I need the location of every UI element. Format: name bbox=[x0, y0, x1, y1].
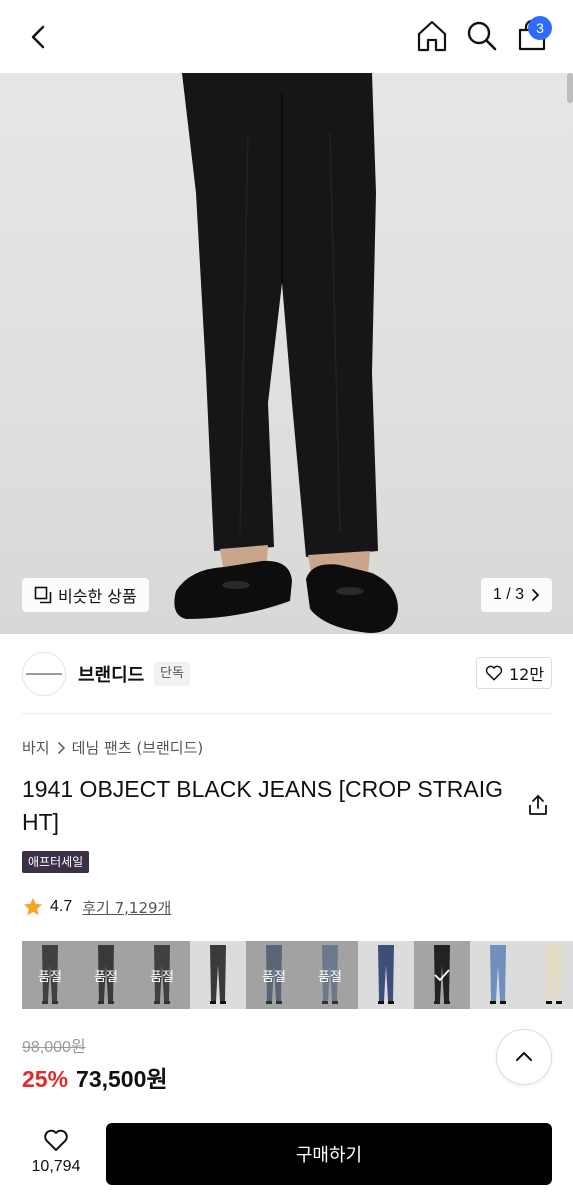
similar-products-label: 비슷한 상품 bbox=[58, 587, 137, 606]
color-option-thumbnail[interactable]: 품절 bbox=[246, 941, 302, 1009]
sale-price: 73,500원 bbox=[76, 1066, 168, 1092]
brand-name[interactable]: 브랜디드 bbox=[78, 661, 144, 687]
brand-like-count: 12만 bbox=[508, 665, 545, 684]
share-icon[interactable] bbox=[526, 793, 550, 817]
image-pager-label: 1 / 3 bbox=[492, 586, 525, 603]
back-icon[interactable] bbox=[22, 20, 56, 54]
thumbnail-pants-image bbox=[490, 945, 506, 1004]
selected-overlay bbox=[414, 941, 470, 1009]
product-title: 1941 OBJECT BLACK JEANS [CROP STRAIGHT] bbox=[22, 776, 504, 835]
heart-icon bbox=[44, 1129, 68, 1151]
brand-row: 브랜디드 단독 12만 bbox=[22, 650, 552, 698]
cart-count-badge: 3 bbox=[528, 16, 552, 40]
wishlist-count: 10,794 bbox=[31, 1158, 81, 1175]
color-option-thumbnail[interactable]: 품절 bbox=[22, 941, 78, 1009]
color-option-thumbnail[interactable]: 품절 bbox=[134, 941, 190, 1009]
color-option-thumbnails: 품절 품절 품절 품절 품절 bbox=[22, 941, 573, 1009]
discount-rate: 25% bbox=[22, 1066, 69, 1092]
check-icon bbox=[434, 969, 450, 982]
breadcrumb-subcategory[interactable]: 데님 팬츠 (브랜디드) bbox=[72, 737, 204, 758]
home-icon[interactable] bbox=[414, 18, 450, 54]
color-option-thumbnail[interactable] bbox=[190, 941, 246, 1009]
image-pager-button[interactable]: 1 / 3 bbox=[481, 578, 552, 612]
rating-score: 4.7 bbox=[50, 898, 73, 915]
heart-icon bbox=[485, 665, 503, 681]
soldout-label: 품절 bbox=[134, 941, 190, 1009]
thumbnail-pants-image bbox=[546, 945, 562, 1004]
soldout-label: 품절 bbox=[78, 941, 134, 1009]
brand-logo[interactable] bbox=[22, 652, 66, 696]
exclusive-tag: 단독 bbox=[154, 662, 190, 686]
breadcrumb: 바지 데님 팬츠 (브랜디드) bbox=[22, 737, 203, 758]
chevron-right-icon bbox=[57, 741, 65, 754]
top-navigation-bar: 3 bbox=[0, 0, 573, 73]
thumbnail-pants-image bbox=[210, 945, 226, 1004]
original-price: 98,000원 bbox=[22, 1039, 86, 1056]
soldout-label: 품절 bbox=[246, 941, 302, 1009]
bottom-action-bar: 10,794 구매하기 bbox=[0, 1110, 573, 1200]
color-option-thumbnail[interactable] bbox=[414, 941, 470, 1009]
brand-like-button[interactable]: 12만 bbox=[476, 657, 552, 689]
search-icon[interactable] bbox=[464, 18, 500, 54]
rating-row: 4.7 후기 7,129개 bbox=[22, 896, 171, 918]
reviews-link[interactable]: 후기 7,129개 bbox=[82, 897, 171, 918]
chevron-up-icon bbox=[516, 1052, 532, 1061]
color-option-thumbnail[interactable]: 품절 bbox=[302, 941, 358, 1009]
color-option-thumbnail[interactable] bbox=[358, 941, 414, 1009]
wishlist-button[interactable]: 10,794 bbox=[22, 1126, 90, 1176]
divider bbox=[22, 713, 552, 714]
similar-items-icon bbox=[34, 586, 52, 604]
similar-products-button[interactable]: 비슷한 상품 bbox=[22, 578, 149, 612]
breadcrumb-category[interactable]: 바지 bbox=[22, 737, 50, 758]
thumbnail-pants-image bbox=[378, 945, 394, 1004]
price-row: 25% 73,500원 bbox=[22, 1060, 168, 1094]
buy-button[interactable]: 구매하기 bbox=[106, 1123, 552, 1185]
star-icon bbox=[23, 897, 43, 916]
color-option-thumbnail[interactable]: 품절 bbox=[78, 941, 134, 1009]
soldout-label: 품절 bbox=[302, 941, 358, 1009]
after-sale-badge: 애프터세일 bbox=[22, 851, 90, 873]
product-photo bbox=[174, 73, 398, 633]
scroll-to-top-button[interactable] bbox=[496, 1029, 552, 1085]
soldout-label: 품절 bbox=[22, 941, 78, 1009]
product-image-gallery[interactable]: 비슷한 상품 1 / 3 bbox=[0, 73, 573, 634]
chevron-right-icon bbox=[532, 589, 540, 601]
color-option-thumbnail[interactable] bbox=[526, 941, 573, 1009]
color-option-thumbnail[interactable] bbox=[470, 941, 526, 1009]
